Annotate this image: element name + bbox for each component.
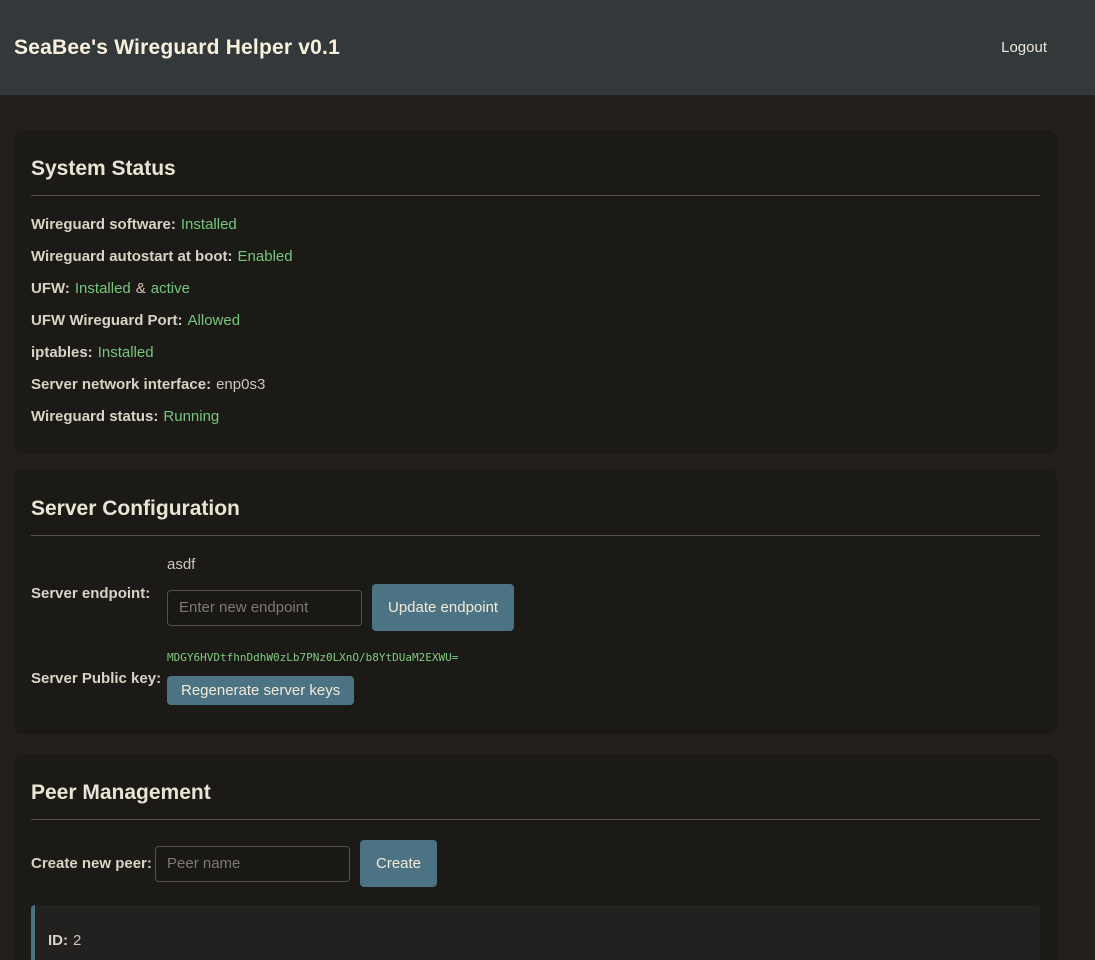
server-public-key-body: MDGY6HVDtfhnDdhW0zLb7PNz0LXnO/b8YtDUaM2E… (167, 651, 458, 705)
peer-management-card: Peer Management Create new peer: Create … (14, 754, 1057, 960)
status-row-ufw-port: UFW Wireguard Port: Allowed (31, 313, 1040, 328)
server-public-key-label: Server Public key: (31, 670, 167, 687)
create-peer-label: Create new peer: (31, 855, 155, 872)
status-row-autostart: Wireguard autostart at boot: Enabled (31, 249, 1040, 264)
peer-card: ID:2 Name:asdf Public Key:ckyOHj5Bk8707g… (31, 905, 1040, 960)
server-endpoint-body: asdf Update endpoint (167, 556, 514, 631)
status-value-2: active (151, 280, 190, 297)
peer-id-label: ID: (48, 932, 68, 949)
status-label: Wireguard software: (31, 216, 176, 233)
server-public-key-row: Server Public key: MDGY6HVDtfhnDdhW0zLb7… (31, 651, 1040, 705)
divider (31, 535, 1040, 536)
regenerate-keys-button[interactable]: Regenerate server keys (167, 676, 354, 705)
status-label: Wireguard status: (31, 408, 158, 425)
status-separator: & (136, 280, 146, 297)
app-header: SeaBee's Wireguard Helper v0.1 Logout (0, 0, 1095, 95)
server-endpoint-current-value: asdf (167, 556, 514, 573)
system-status-card: System Status Wireguard software: Install… (14, 130, 1057, 454)
update-endpoint-button[interactable]: Update endpoint (372, 584, 514, 631)
create-peer-row: Create new peer: Create (31, 840, 1040, 887)
divider (31, 819, 1040, 820)
status-value: Allowed (188, 312, 241, 329)
status-label: UFW Wireguard Port: (31, 312, 183, 329)
peer-id-line: ID: 2 (48, 933, 1025, 948)
peer-id-value: 2 (73, 932, 81, 949)
create-peer-input-line: Create (155, 840, 437, 887)
status-row-iptables: iptables: Installed (31, 345, 1040, 360)
server-endpoint-input-line: Update endpoint (167, 584, 514, 631)
status-row-ufw: UFW: Installed&active (31, 281, 1040, 296)
create-peer-button[interactable]: Create (360, 840, 437, 887)
server-configuration-title: Server Configuration (31, 497, 1040, 521)
endpoint-input[interactable] (167, 590, 362, 626)
main-content: System Status Wireguard software: Install… (0, 130, 1095, 960)
server-endpoint-label: Server endpoint: (31, 585, 167, 602)
status-label: Server network interface: (31, 376, 211, 393)
app-title: SeaBee's Wireguard Helper v0.1 (14, 36, 340, 60)
server-public-key-value: MDGY6HVDtfhnDdhW0zLb7PNz0LXnO/b8YtDUaM2E… (167, 651, 458, 664)
status-value: Installed (98, 344, 154, 361)
status-value: Enabled (238, 248, 293, 265)
status-value: Running (163, 408, 219, 425)
peer-name-input[interactable] (155, 846, 350, 882)
status-label: iptables: (31, 344, 93, 361)
status-value: enp0s3 (216, 376, 265, 393)
system-status-title: System Status (31, 157, 1040, 181)
status-value: Installed (75, 280, 131, 297)
server-endpoint-row: Server endpoint: asdf Update endpoint (31, 556, 1040, 631)
status-value: Installed (181, 216, 237, 233)
status-row-network-interface: Server network interface: enp0s3 (31, 377, 1040, 392)
logout-link[interactable]: Logout (1001, 39, 1047, 56)
status-row-wireguard-status: Wireguard status: Running (31, 409, 1040, 424)
peer-management-title: Peer Management (31, 781, 1040, 805)
server-configuration-card: Server Configuration Server endpoint: as… (14, 470, 1057, 735)
divider (31, 195, 1040, 196)
status-list: Wireguard software: Installed Wireguard a… (31, 217, 1040, 424)
status-label: Wireguard autostart at boot: (31, 248, 233, 265)
status-label: UFW: (31, 280, 70, 297)
status-row-wireguard-software: Wireguard software: Installed (31, 217, 1040, 232)
